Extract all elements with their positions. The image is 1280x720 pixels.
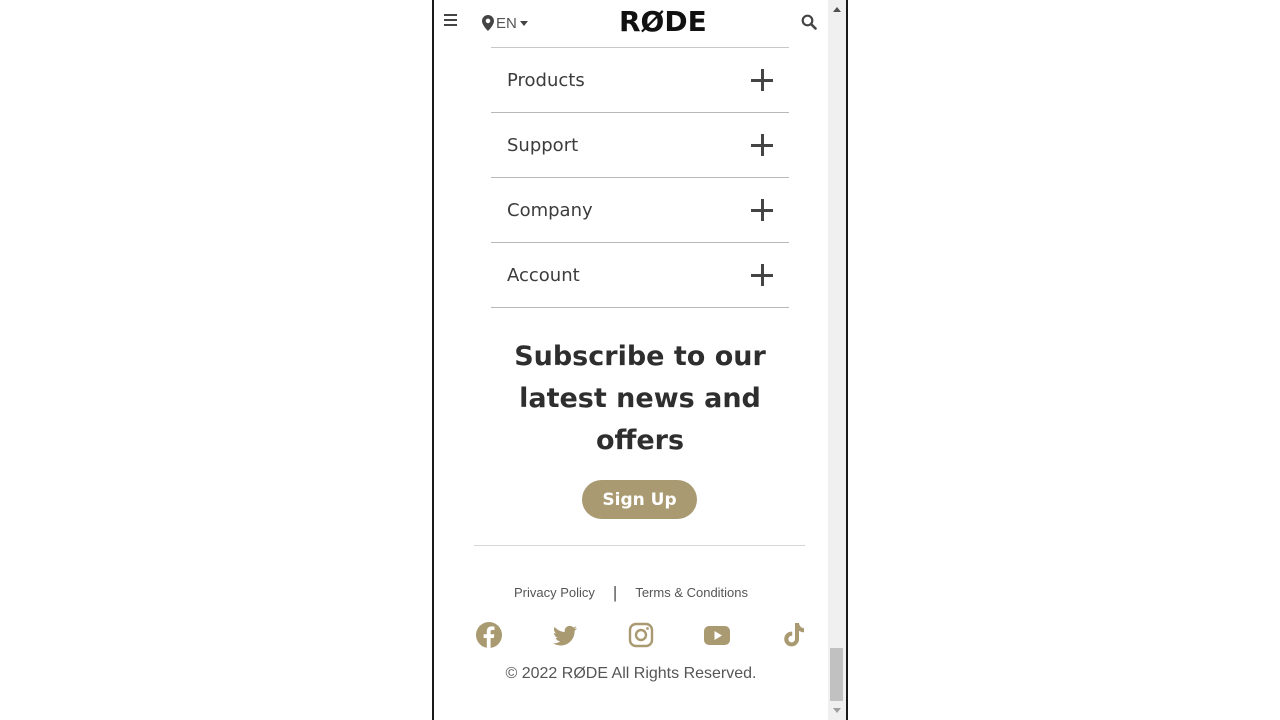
locale-label: EN [496, 14, 517, 32]
twitter-icon[interactable] [550, 620, 580, 650]
tiktok-icon[interactable] [778, 620, 808, 650]
plus-icon[interactable] [751, 134, 773, 156]
accordion-item-company[interactable]: Company [491, 178, 789, 243]
accordion-label: Products [507, 70, 585, 91]
accordion-item-products[interactable]: Products [491, 48, 789, 113]
location-pin-icon [482, 15, 494, 31]
legal-links: Privacy Policy | Terms & Conditions [434, 584, 828, 601]
terms-conditions-link[interactable]: Terms & Conditions [635, 585, 748, 600]
accordion-item-account[interactable]: Account [491, 243, 789, 308]
accordion-item-support[interactable]: Support [491, 113, 789, 178]
link-separator: | [612, 583, 618, 602]
scroll-up-arrow-icon[interactable] [833, 7, 841, 12]
page-viewport: EN RØDE Products Support Company Account… [434, 0, 828, 720]
footer-divider [474, 545, 805, 546]
rode-logo[interactable]: RØDE [619, 5, 707, 38]
scroll-down-arrow-icon[interactable] [833, 708, 841, 713]
plus-icon[interactable] [751, 69, 773, 91]
site-header: EN RØDE [434, 0, 828, 47]
menu-icon[interactable] [444, 14, 458, 28]
instagram-icon[interactable] [626, 620, 656, 650]
sign-up-button[interactable]: Sign Up [582, 480, 697, 519]
footer-nav-accordion: Products Support Company Account [491, 47, 789, 308]
chevron-down-icon [519, 20, 528, 26]
locale-selector[interactable]: EN [482, 12, 528, 34]
subscribe-heading: Subscribe to our latest news and offers [514, 341, 766, 456]
plus-icon[interactable] [751, 199, 773, 221]
vertical-scrollbar[interactable] [828, 0, 846, 720]
accordion-label: Support [507, 135, 579, 156]
scrollbar-thumb[interactable] [830, 648, 843, 701]
plus-icon[interactable] [751, 264, 773, 286]
accordion-label: Company [507, 200, 593, 221]
browser-frame: EN RØDE Products Support Company Account… [432, 0, 848, 720]
copyright-text: © 2022 RØDE All Rights Reserved. [505, 665, 757, 682]
youtube-icon[interactable] [702, 620, 732, 650]
privacy-policy-link[interactable]: Privacy Policy [514, 585, 595, 600]
search-icon[interactable] [801, 14, 817, 35]
social-links [474, 620, 808, 650]
facebook-icon[interactable] [474, 620, 504, 650]
accordion-label: Account [507, 265, 580, 286]
